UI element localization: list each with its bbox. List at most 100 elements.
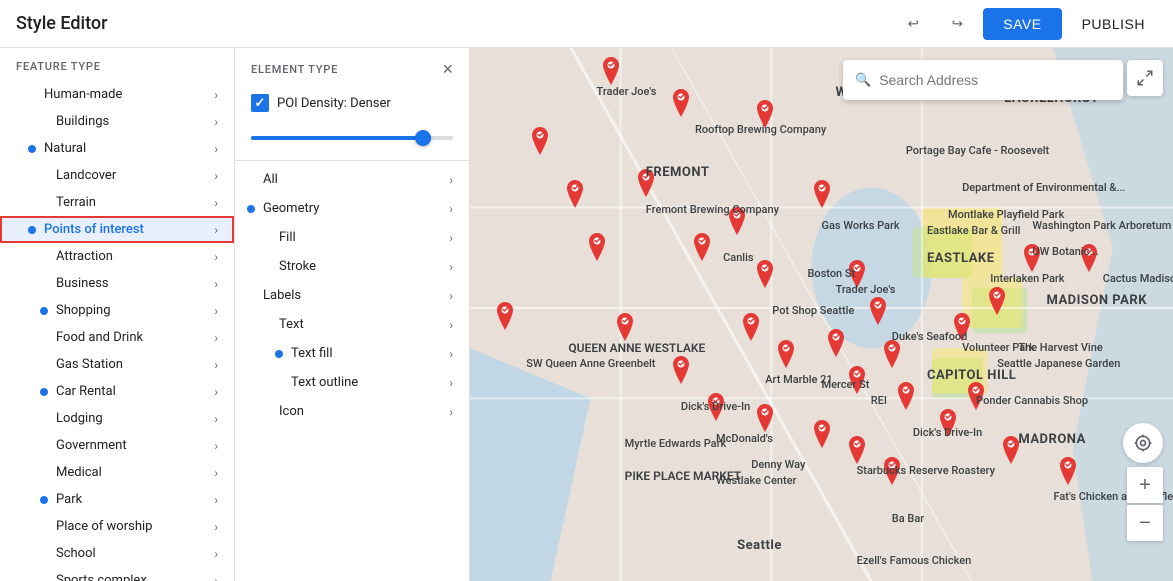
- element-item-label: Geometry: [263, 201, 319, 216]
- element-item-icon[interactable]: Icon ›: [235, 397, 469, 426]
- publish-button[interactable]: PUBLISH: [1070, 8, 1157, 40]
- feature-items-list: Human-made › Buildings › Natural › Landc…: [0, 81, 234, 581]
- feature-item-shopping[interactable]: Shopping ›: [0, 297, 234, 324]
- chevron-icon: ›: [449, 202, 453, 216]
- poi-marker: [824, 329, 848, 357]
- feature-item-place-of-worship[interactable]: Place of worship ›: [0, 513, 234, 540]
- feature-item-gas-station[interactable]: Gas Station ›: [0, 351, 234, 378]
- poi-density-checkbox[interactable]: [251, 94, 269, 112]
- poi-marker: [964, 382, 988, 410]
- feature-item-label: Terrain: [56, 195, 214, 210]
- feature-panel-header: Feature type: [0, 48, 234, 81]
- element-item-label: Text: [279, 317, 304, 332]
- poi-marker: [810, 420, 834, 448]
- element-item-text-outline[interactable]: Text outline ›: [235, 368, 469, 397]
- element-item-labels[interactable]: Labels ›: [235, 281, 469, 310]
- chevron-icon: ›: [449, 318, 453, 332]
- feature-item-label: Gas Station: [56, 357, 214, 372]
- poi-marker: [493, 302, 517, 330]
- poi-marker: [753, 100, 777, 128]
- feature-item-points-of-interest[interactable]: Points of interest ›: [0, 216, 234, 243]
- feature-dot: [28, 145, 36, 153]
- location-button[interactable]: [1123, 423, 1163, 463]
- chevron-icon: ›: [214, 331, 218, 345]
- undo-button[interactable]: ↩: [895, 6, 931, 42]
- chevron-icon: ›: [449, 405, 453, 419]
- poi-marker: [528, 127, 552, 155]
- chevron-icon: ›: [214, 385, 218, 399]
- feature-item-buildings[interactable]: Buildings ›: [0, 108, 234, 135]
- poi-marker: [563, 180, 587, 208]
- feature-item-human-made[interactable]: Human-made ›: [0, 81, 234, 108]
- feature-item-food-and-drink[interactable]: Food and Drink ›: [0, 324, 234, 351]
- slider-track[interactable]: [251, 136, 453, 140]
- save-button[interactable]: SAVE: [983, 8, 1061, 40]
- element-item-label: Stroke: [279, 259, 316, 274]
- chevron-icon: ›: [449, 376, 453, 390]
- map-expand-button[interactable]: [1127, 60, 1163, 96]
- poi-marker: [880, 340, 904, 368]
- feature-item-car-rental[interactable]: Car Rental ›: [0, 378, 234, 405]
- zoom-in-button[interactable]: +: [1127, 467, 1163, 503]
- element-panel: Element type × POI Density: Denser All ›…: [235, 48, 470, 581]
- element-item-text[interactable]: Text ›: [235, 310, 469, 339]
- element-item-label: All: [263, 172, 278, 187]
- poi-marker: [845, 366, 869, 394]
- chevron-icon: ›: [214, 439, 218, 453]
- chevron-icon: ›: [214, 169, 218, 183]
- feature-item-label: Buildings: [56, 114, 214, 129]
- chevron-icon: ›: [214, 142, 218, 156]
- feature-item-natural[interactable]: Natural ›: [0, 135, 234, 162]
- chevron-icon: ›: [449, 347, 453, 361]
- poi-marker: [739, 313, 763, 341]
- feature-item-terrain[interactable]: Terrain ›: [0, 189, 234, 216]
- search-input[interactable]: [879, 72, 1111, 88]
- feature-item-attraction[interactable]: Attraction ›: [0, 243, 234, 270]
- element-item-label: Text fill: [291, 346, 332, 361]
- feature-item-label: Food and Drink: [56, 330, 214, 345]
- poi-marker: [669, 89, 693, 117]
- close-icon: ×: [442, 59, 453, 79]
- feature-item-government[interactable]: Government ›: [0, 432, 234, 459]
- chevron-icon: ›: [214, 493, 218, 507]
- zoom-out-button[interactable]: −: [1127, 505, 1163, 541]
- undo-icon: ↩: [908, 16, 919, 32]
- poi-marker: [725, 207, 749, 235]
- poi-marker: [950, 313, 974, 341]
- map-search-bar[interactable]: 🔍: [843, 60, 1123, 100]
- poi-marker: [634, 169, 658, 197]
- feature-item-lodging[interactable]: Lodging ›: [0, 405, 234, 432]
- close-element-panel-button[interactable]: ×: [442, 60, 453, 78]
- feature-item-label: Government: [56, 438, 214, 453]
- slider-thumb[interactable]: [415, 130, 431, 146]
- feature-item-park[interactable]: Park ›: [0, 486, 234, 513]
- poi-marker: [585, 233, 609, 261]
- poi-marker: [1056, 457, 1080, 485]
- poi-marker: [774, 340, 798, 368]
- element-item-geometry[interactable]: Geometry ›: [235, 194, 469, 223]
- chevron-icon: ›: [449, 173, 453, 187]
- feature-item-business[interactable]: Business ›: [0, 270, 234, 297]
- element-item-text-fill[interactable]: Text fill ›: [235, 339, 469, 368]
- poi-marker: [1077, 244, 1101, 272]
- element-item-all[interactable]: All ›: [235, 165, 469, 194]
- feature-item-sports-complex[interactable]: Sports complex ›: [0, 567, 234, 581]
- element-panel-header: Element type ×: [235, 48, 469, 86]
- feature-item-school[interactable]: School ›: [0, 540, 234, 567]
- redo-button[interactable]: ↪: [939, 6, 975, 42]
- chevron-icon: ›: [214, 277, 218, 291]
- main-content: Feature type Human-made › Buildings › Na…: [0, 48, 1173, 581]
- feature-dot: [28, 226, 36, 234]
- element-item-label: Text outline: [291, 375, 358, 390]
- map-area[interactable]: LAURELHURSTWALLINGFORDFREMONTEASTLAKEQUE…: [470, 48, 1173, 581]
- poi-marker: [999, 436, 1023, 464]
- element-item-stroke[interactable]: Stroke ›: [235, 252, 469, 281]
- chevron-icon: ›: [214, 88, 218, 102]
- feature-item-medical[interactable]: Medical ›: [0, 459, 234, 486]
- feature-item-landcover[interactable]: Landcover ›: [0, 162, 234, 189]
- poi-density-label: POI Density: Denser: [277, 96, 391, 111]
- feature-item-label: Lodging: [56, 411, 214, 426]
- topbar-actions: ↩ ↪ SAVE PUBLISH: [895, 6, 1157, 42]
- element-item-fill[interactable]: Fill ›: [235, 223, 469, 252]
- chevron-icon: ›: [214, 250, 218, 264]
